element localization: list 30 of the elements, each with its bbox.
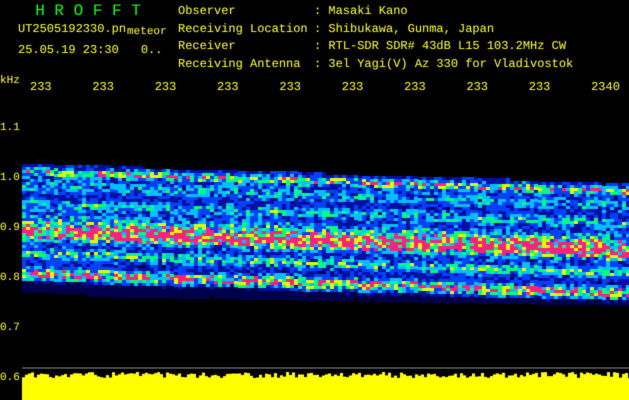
axis-unit: kHz (0, 75, 20, 87)
time-tick-label: 233 (528, 81, 550, 93)
frequency-tick-label: 1.1 (0, 122, 20, 134)
info-value: : RTL-SDR SDR# 43dB L15 103.2MHz CW (314, 40, 568, 55)
info-label: Receiving Antenna (178, 58, 302, 72)
app-title: H R O F F T (34, 3, 142, 19)
info-value: : 3el Yagi(V) Az 330 for Vladivostok (314, 58, 574, 72)
frequency-tick-label: 0.9 (0, 222, 20, 234)
time-tick-label: 233 (30, 81, 52, 93)
time-tick-label: 233 (404, 81, 426, 93)
time-tick-label: 233 (92, 81, 114, 93)
time-tick-label: 233 (279, 81, 301, 93)
time-tick-label: 233 (217, 81, 239, 93)
info-label: Receiver (178, 40, 237, 55)
info-value: : Shibukawa, Gunma, Japan (314, 22, 496, 38)
info-label: Observer (178, 5, 237, 20)
time-tick-label: 233 (466, 81, 488, 93)
info-label: Receiving Location (178, 22, 309, 38)
frequency-tick-label: 0.8 (0, 272, 20, 284)
time-tick-label: 233 (342, 81, 364, 93)
file-name: UT2505192330.pn (18, 23, 126, 35)
time-tick-label: 233 (154, 81, 176, 93)
timestamp: 25.05.19 23:30 (18, 44, 119, 56)
frequency-tick-label: 1.0 (0, 172, 20, 184)
time-tick-label: 2340 (591, 81, 620, 93)
frequency-tick-label: 0.7 (0, 322, 20, 334)
counter-text: 0.. (140, 44, 162, 56)
info-value: : Masaki Kano (314, 5, 409, 20)
frequency-tick-label: 0.6 (0, 372, 20, 384)
tag-label: meteor (127, 27, 167, 38)
